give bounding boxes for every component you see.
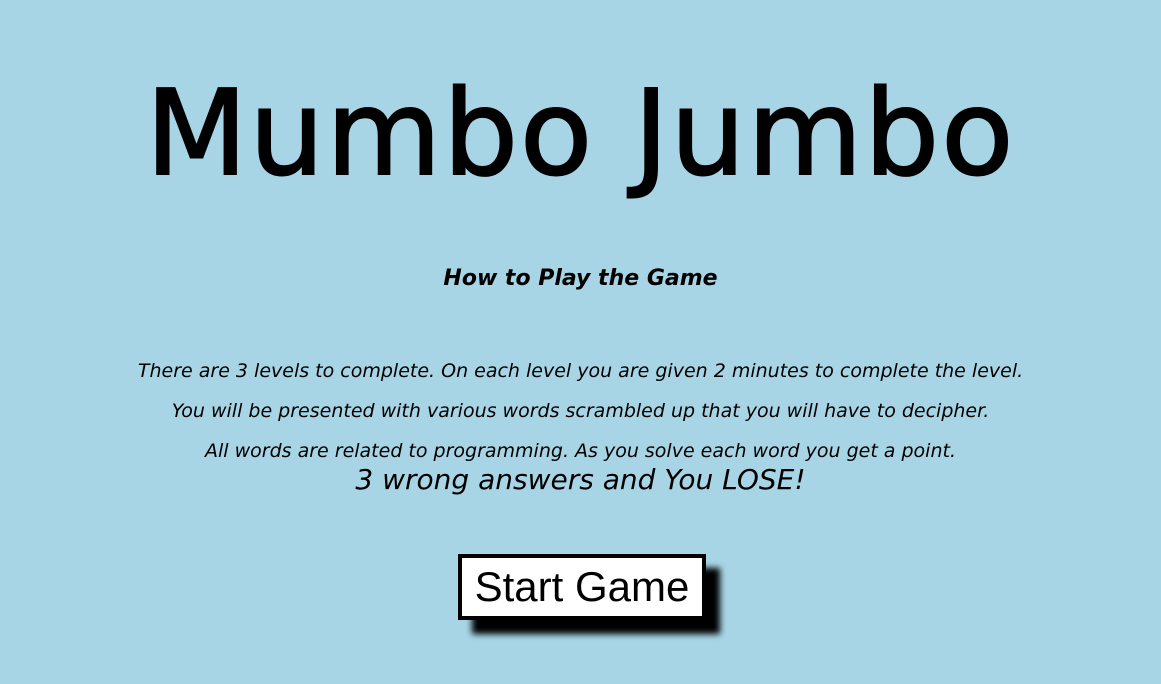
game-title: Mumbo Jumbo xyxy=(145,64,1016,202)
rules-line-2: You will be presented with various words… xyxy=(171,400,990,422)
lose-warning: 3 wrong answers and You LOSE! xyxy=(355,463,806,496)
start-game-button[interactable]: Start Game xyxy=(458,554,706,620)
rules-line-1: There are 3 levels to complete. On each … xyxy=(137,360,1024,382)
rules-text: There are 3 levels to complete. On each … xyxy=(0,351,1161,471)
how-to-play-heading: How to Play the Game xyxy=(443,266,718,291)
